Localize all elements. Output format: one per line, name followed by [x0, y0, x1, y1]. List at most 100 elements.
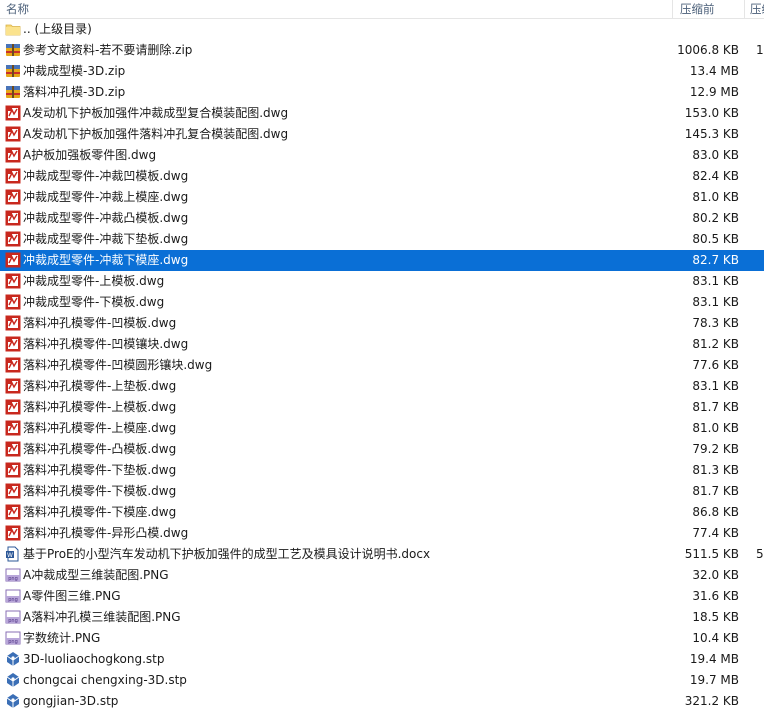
dwg-file-icon: [5, 504, 21, 520]
compression-ratio: 10: [756, 43, 764, 57]
file-row[interactable]: 冲裁成型零件-下模板.dwg 83.1 KB: [0, 292, 764, 313]
column-header-ratio[interactable]: 压缩: [750, 1, 764, 17]
file-row[interactable]: 冲裁成型零件-冲裁凸模板.dwg 80.2 KB: [0, 208, 764, 229]
file-size: 81.3 KB: [692, 463, 739, 477]
zip-archive-icon: [5, 84, 21, 100]
svg-text:png: png: [8, 639, 18, 645]
file-row[interactable]: 冲裁成型零件-冲裁下垫板.dwg 80.5 KB: [0, 229, 764, 250]
file-size: 19.7 MB: [689, 673, 739, 687]
file-name: 落料冲孔模零件-上垫板.dwg: [23, 379, 177, 393]
file-name: 冲裁成型零件-冲裁凹模板.dwg: [23, 169, 189, 183]
file-name: 落料冲孔模零件-凹模圆形镶块.dwg: [23, 358, 213, 372]
svg-text:png: png: [8, 576, 18, 582]
compression-ratio: 5: [756, 547, 764, 561]
file-size: 83.0 KB: [692, 148, 739, 162]
file-row[interactable]: 落料冲孔模零件-凹模圆形镶块.dwg 77.6 KB: [0, 355, 764, 376]
file-size: 10.4 KB: [692, 631, 739, 645]
file-name: 参考文献资料-若不要请删除.zip: [23, 43, 193, 57]
file-row[interactable]: png 字数统计.PNG 10.4 KB: [0, 628, 764, 649]
dwg-file-icon: [5, 336, 21, 352]
svg-text:png: png: [8, 597, 18, 603]
file-size: 32.0 KB: [692, 568, 739, 582]
file-size: 83.1 KB: [692, 379, 739, 393]
file-row[interactable]: 落料冲孔模零件-上模座.dwg 81.0 KB: [0, 418, 764, 439]
file-name: A护板加强板零件图.dwg: [23, 148, 157, 162]
dwg-file-icon: [5, 273, 21, 289]
file-row[interactable]: 冲裁成型零件-上模板.dwg 83.1 KB: [0, 271, 764, 292]
file-size: 82.7 KB: [692, 253, 739, 267]
file-row[interactable]: 冲裁成型模-3D.zip 13.4 MB: [0, 61, 764, 82]
file-size: 80.2 KB: [692, 211, 739, 225]
file-row[interactable]: 落料冲孔模零件-凸模板.dwg 79.2 KB: [0, 439, 764, 460]
file-row[interactable]: 落料冲孔模零件-下模座.dwg 86.8 KB: [0, 502, 764, 523]
dwg-file-icon: [5, 147, 21, 163]
file-name: 落料冲孔模零件-凹模镶块.dwg: [23, 337, 189, 351]
file-size: 511.5 KB: [684, 547, 739, 561]
svg-text:W: W: [7, 552, 13, 559]
file-size: 153.0 KB: [684, 106, 739, 120]
file-row[interactable]: A发动机下护板加强件落料冲孔复合模装配图.dwg 145.3 KB: [0, 124, 764, 145]
file-row[interactable]: png A冲裁成型三维装配图.PNG 32.0 KB: [0, 565, 764, 586]
dwg-file-icon: [5, 252, 21, 268]
file-name: 落料冲孔模-3D.zip: [23, 85, 126, 99]
file-name: 落料冲孔模零件-下垫板.dwg: [23, 463, 177, 477]
file-row[interactable]: 参考文献资料-若不要请删除.zip 1006.8 KB 10: [0, 40, 764, 61]
column-header-name[interactable]: 名称: [6, 1, 29, 17]
file-name: 冲裁成型零件-上模板.dwg: [23, 274, 165, 288]
file-name: 冲裁成型零件-下模板.dwg: [23, 295, 165, 309]
file-name: A冲裁成型三维装配图.PNG: [23, 568, 169, 582]
column-divider[interactable]: [672, 0, 673, 18]
file-name: 落料冲孔模零件-凸模板.dwg: [23, 442, 177, 456]
svg-text:png: png: [8, 618, 18, 624]
file-size: 83.1 KB: [692, 295, 739, 309]
file-size: 86.8 KB: [692, 505, 739, 519]
dwg-file-icon: [5, 126, 21, 142]
file-row[interactable]: A护板加强板零件图.dwg 83.0 KB: [0, 145, 764, 166]
file-row[interactable]: 落料冲孔模零件-异形凸模.dwg 77.4 KB: [0, 523, 764, 544]
dwg-file-icon: [5, 105, 21, 121]
file-row[interactable]: 落料冲孔模零件-凹模板.dwg 78.3 KB: [0, 313, 764, 334]
dwg-file-icon: [5, 441, 21, 457]
file-row[interactable]: png A落料冲孔模三维装配图.PNG 18.5 KB: [0, 607, 764, 628]
file-name: chongcai chengxing-3D.stp: [23, 673, 187, 687]
dwg-file-icon: [5, 315, 21, 331]
file-name: gongjian-3D.stp: [23, 694, 119, 708]
file-row[interactable]: 冲裁成型零件-冲裁下模座.dwg 82.7 KB: [0, 250, 764, 271]
file-row[interactable]: chongcai chengxing-3D.stp 19.7 MB: [0, 670, 764, 691]
file-row[interactable]: A发动机下护板加强件冲裁成型复合模装配图.dwg 153.0 KB: [0, 103, 764, 124]
png-image-icon: png: [5, 567, 21, 583]
file-name: 冲裁成型零件-冲裁下模座.dwg: [23, 253, 189, 267]
file-row[interactable]: 3D-luoliaochogkong.stp 19.4 MB: [0, 649, 764, 670]
png-image-icon: png: [5, 588, 21, 604]
file-name: 落料冲孔模零件-下模座.dwg: [23, 505, 177, 519]
file-name: 落料冲孔模零件-下模板.dwg: [23, 484, 177, 498]
stp-file-icon: [5, 651, 21, 667]
column-header-compressed[interactable]: 压缩前: [680, 1, 715, 17]
file-row[interactable]: W 基于ProE的小型汽车发动机下护板加强件的成型工艺及模具设计说明书.docx 5…: [0, 544, 764, 565]
file-row[interactable]: 落料冲孔模-3D.zip 12.9 MB: [0, 82, 764, 103]
file-row[interactable]: 冲裁成型零件-冲裁凹模板.dwg 82.4 KB: [0, 166, 764, 187]
file-row[interactable]: gongjian-3D.stp 321.2 KB: [0, 691, 764, 712]
file-size: 81.0 KB: [692, 421, 739, 435]
zip-archive-icon: [5, 42, 21, 58]
file-size: 18.5 KB: [692, 610, 739, 624]
file-row[interactable]: png A零件图三维.PNG 31.6 KB: [0, 586, 764, 607]
file-row[interactable]: 落料冲孔模零件-上垫板.dwg 83.1 KB: [0, 376, 764, 397]
dwg-file-icon: [5, 168, 21, 184]
file-row[interactable]: 落料冲孔模零件-下垫板.dwg 81.3 KB: [0, 460, 764, 481]
file-row[interactable]: 落料冲孔模零件-下模板.dwg 81.7 KB: [0, 481, 764, 502]
dwg-file-icon: [5, 357, 21, 373]
file-size: 13.4 MB: [689, 64, 739, 78]
parent-directory-row[interactable]: .. (上级目录): [0, 19, 764, 40]
dwg-file-icon: [5, 210, 21, 226]
folder-up-icon: [5, 21, 21, 37]
file-size: 81.7 KB: [692, 484, 739, 498]
stp-file-icon: [5, 672, 21, 688]
file-size: 19.4 MB: [689, 652, 739, 666]
file-size: 82.4 KB: [692, 169, 739, 183]
file-size: 79.2 KB: [692, 442, 739, 456]
file-row[interactable]: 冲裁成型零件-冲裁上模座.dwg 81.0 KB: [0, 187, 764, 208]
file-row[interactable]: 落料冲孔模零件-上模板.dwg 81.7 KB: [0, 397, 764, 418]
column-divider[interactable]: [744, 0, 745, 18]
file-row[interactable]: 落料冲孔模零件-凹模镶块.dwg 81.2 KB: [0, 334, 764, 355]
